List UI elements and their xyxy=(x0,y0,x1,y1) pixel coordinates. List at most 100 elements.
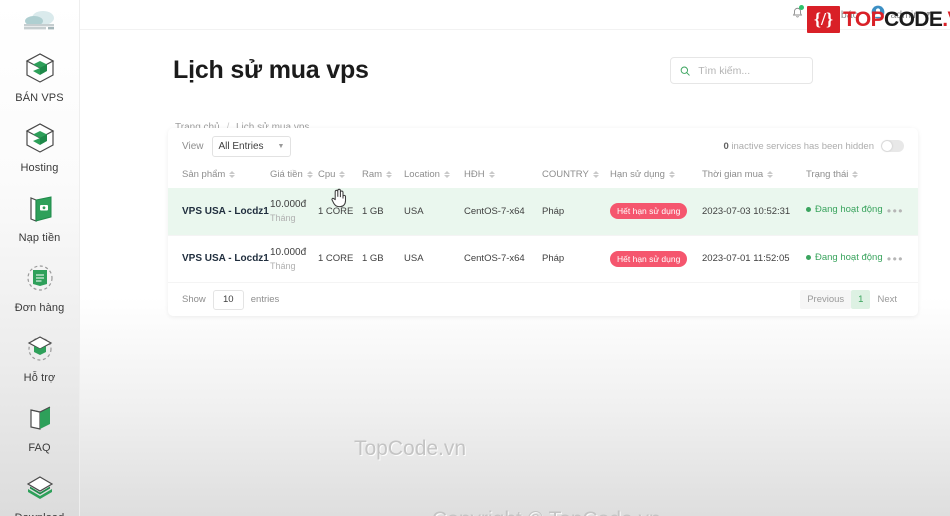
status-badge: Hết hạn sử dụng xyxy=(610,250,688,267)
col-bought[interactable]: Thời gian mua xyxy=(702,164,806,188)
more-horizontal-icon[interactable]: ••• xyxy=(887,204,904,218)
col-price[interactable]: Giá tiền xyxy=(270,164,318,188)
sort-icon xyxy=(852,170,859,179)
col-label: HĐH xyxy=(464,169,485,180)
sidebar-logo[interactable] xyxy=(12,8,68,34)
sidebar-item-ho-tro[interactable]: Hỗ trợ xyxy=(0,328,80,384)
sort-icon xyxy=(767,170,774,179)
sidebar-item-label: Download xyxy=(15,512,65,516)
sort-icon xyxy=(386,170,393,179)
sidebar-item-faq[interactable]: FAQ xyxy=(0,398,80,454)
sidebar-item-don-hang[interactable]: Đơn hàng xyxy=(0,258,80,314)
pagination-page-1[interactable]: 1 xyxy=(851,290,871,309)
cell-country: Pháp xyxy=(542,205,565,217)
cloud-logo-icon xyxy=(23,11,54,30)
col-label: Sản phẩm xyxy=(182,169,226,180)
notifications-button[interactable]: Thông báo xyxy=(792,4,858,24)
cell-bought: 2023-07-01 11:52:05 xyxy=(702,253,790,264)
pagination-next[interactable]: Next xyxy=(870,290,904,309)
sidebar-item-label: BÁN VPS xyxy=(15,92,64,104)
more-horizontal-icon[interactable]: ••• xyxy=(887,252,904,266)
app-root: BÁN VPS Hosting Nạp tiền Đơn hàng Hỗ trợ… xyxy=(0,0,950,516)
inactive-services-toggle[interactable] xyxy=(881,140,904,152)
col-country[interactable]: COUNTRY xyxy=(542,164,610,188)
search-icon xyxy=(680,66,690,76)
status-dot-icon xyxy=(806,207,811,213)
cell-status: Đang hoạt động ••• xyxy=(806,188,918,235)
support-inbox-icon xyxy=(27,336,52,361)
layers-download-icon xyxy=(26,476,53,499)
page-title: Lịch sử mua vps xyxy=(173,56,369,84)
col-cpu[interactable]: Cpu xyxy=(318,164,362,188)
sidebar-item-label: Nạp tiền xyxy=(18,232,61,244)
cell-ram: 1 GB xyxy=(362,205,384,217)
cell-price: 10.000đ Tháng xyxy=(270,235,318,282)
cube-icon xyxy=(25,53,54,83)
sidebar-item-download[interactable]: Download xyxy=(0,468,80,516)
cell-expiry: Hết hạn sử dụng xyxy=(610,188,702,235)
table-head: Sản phẩm Giá tiền Cpu Ram Location HĐH C… xyxy=(168,164,918,188)
cell-status: Đang hoạt động ••• xyxy=(806,235,918,282)
cell-location: USA xyxy=(404,205,424,217)
view-select[interactable]: All Entries ▼ xyxy=(211,135,292,157)
entries-group: Show entries xyxy=(182,289,280,310)
title-row: Lịch sử mua vps xyxy=(173,56,813,85)
col-os[interactable]: HĐH xyxy=(464,164,542,188)
price-amount: 10.000đ xyxy=(270,246,307,258)
view-filter-group: View All Entries ▼ xyxy=(182,135,292,157)
pagination-previous[interactable]: Previous xyxy=(800,290,852,309)
cell-product: VPS USA - Locdz1 xyxy=(182,253,269,264)
chevron-down-icon: ▼ xyxy=(925,11,932,18)
table-row[interactable]: VPS USA - Locdz1 10.000đ Tháng 1 CORE 1 … xyxy=(168,235,918,282)
col-product[interactable]: Sản phẩm xyxy=(168,164,270,188)
col-label: Ram xyxy=(362,169,383,180)
status-active: Đang hoạt động xyxy=(806,204,883,215)
cell-expiry: Hết hạn sử dụng xyxy=(610,235,702,282)
book-icon xyxy=(29,406,50,430)
sidebar-item-ban-vps[interactable]: BÁN VPS xyxy=(0,48,80,104)
col-status[interactable]: Trạng thái xyxy=(806,164,918,188)
col-label: Hạn sử dụng xyxy=(610,169,665,180)
toggle-knob xyxy=(882,141,892,151)
entries-input[interactable] xyxy=(212,289,244,310)
cell-cpu: 1 CORE xyxy=(318,253,354,264)
order-document-icon xyxy=(26,265,53,291)
status-badge: Hết hạn sử dụng xyxy=(610,203,688,220)
sort-icon xyxy=(339,170,346,179)
sort-icon xyxy=(668,170,675,179)
table-body: VPS USA - Locdz1 10.000đ Tháng 1 CORE 1 … xyxy=(168,188,918,282)
sidebar-item-label: Hỗ trợ xyxy=(23,372,56,384)
price-period: Tháng xyxy=(270,260,296,271)
sidebar-item-hosting[interactable]: Hosting xyxy=(0,118,80,174)
status-text: Đang hoạt động xyxy=(815,204,883,216)
inactive-services-text: 0 inactive services has been hidden xyxy=(723,141,874,152)
cell-country: Pháp xyxy=(542,253,565,264)
entries-label: entries xyxy=(250,294,280,305)
table-row[interactable]: VPS USA - Locdz1 10.000đ Tháng 1 CORE 1 … xyxy=(168,188,918,235)
col-label: Cpu xyxy=(318,169,336,180)
user-menu[interactable]: admin ▼ xyxy=(871,5,932,24)
wallet-icon xyxy=(29,196,51,222)
watermark-small: TopCode.vn xyxy=(354,437,467,460)
search-input[interactable] xyxy=(698,64,803,77)
cell-location: USA xyxy=(404,253,424,264)
status-active: Đang hoạt động xyxy=(806,252,883,263)
sort-icon xyxy=(592,170,599,179)
sidebar-item-label: Hosting xyxy=(20,162,59,174)
sidebar-item-label: FAQ xyxy=(28,442,51,454)
search-box[interactable] xyxy=(670,57,813,84)
bell-icon xyxy=(792,4,805,24)
pagination: Previous 1 Next xyxy=(800,290,904,309)
col-location[interactable]: Location xyxy=(404,164,464,188)
notification-dot xyxy=(799,4,805,10)
col-label: Location xyxy=(404,169,440,180)
col-ram[interactable]: Ram xyxy=(362,164,404,188)
cell-product: VPS USA - Locdz1 xyxy=(182,205,269,217)
col-expiry[interactable]: Hạn sử dụng xyxy=(610,164,702,188)
cell-os: CentOS-7-x64 xyxy=(464,253,525,264)
sidebar-item-nap-tien[interactable]: Nạp tiền xyxy=(0,188,80,244)
card-toolbar: View All Entries ▼ 0 inactive services h… xyxy=(168,128,918,164)
sort-icon xyxy=(443,170,450,179)
col-label: Giá tiền xyxy=(270,169,303,180)
watermark-large: Copyright © TopCode.vn xyxy=(432,508,661,516)
